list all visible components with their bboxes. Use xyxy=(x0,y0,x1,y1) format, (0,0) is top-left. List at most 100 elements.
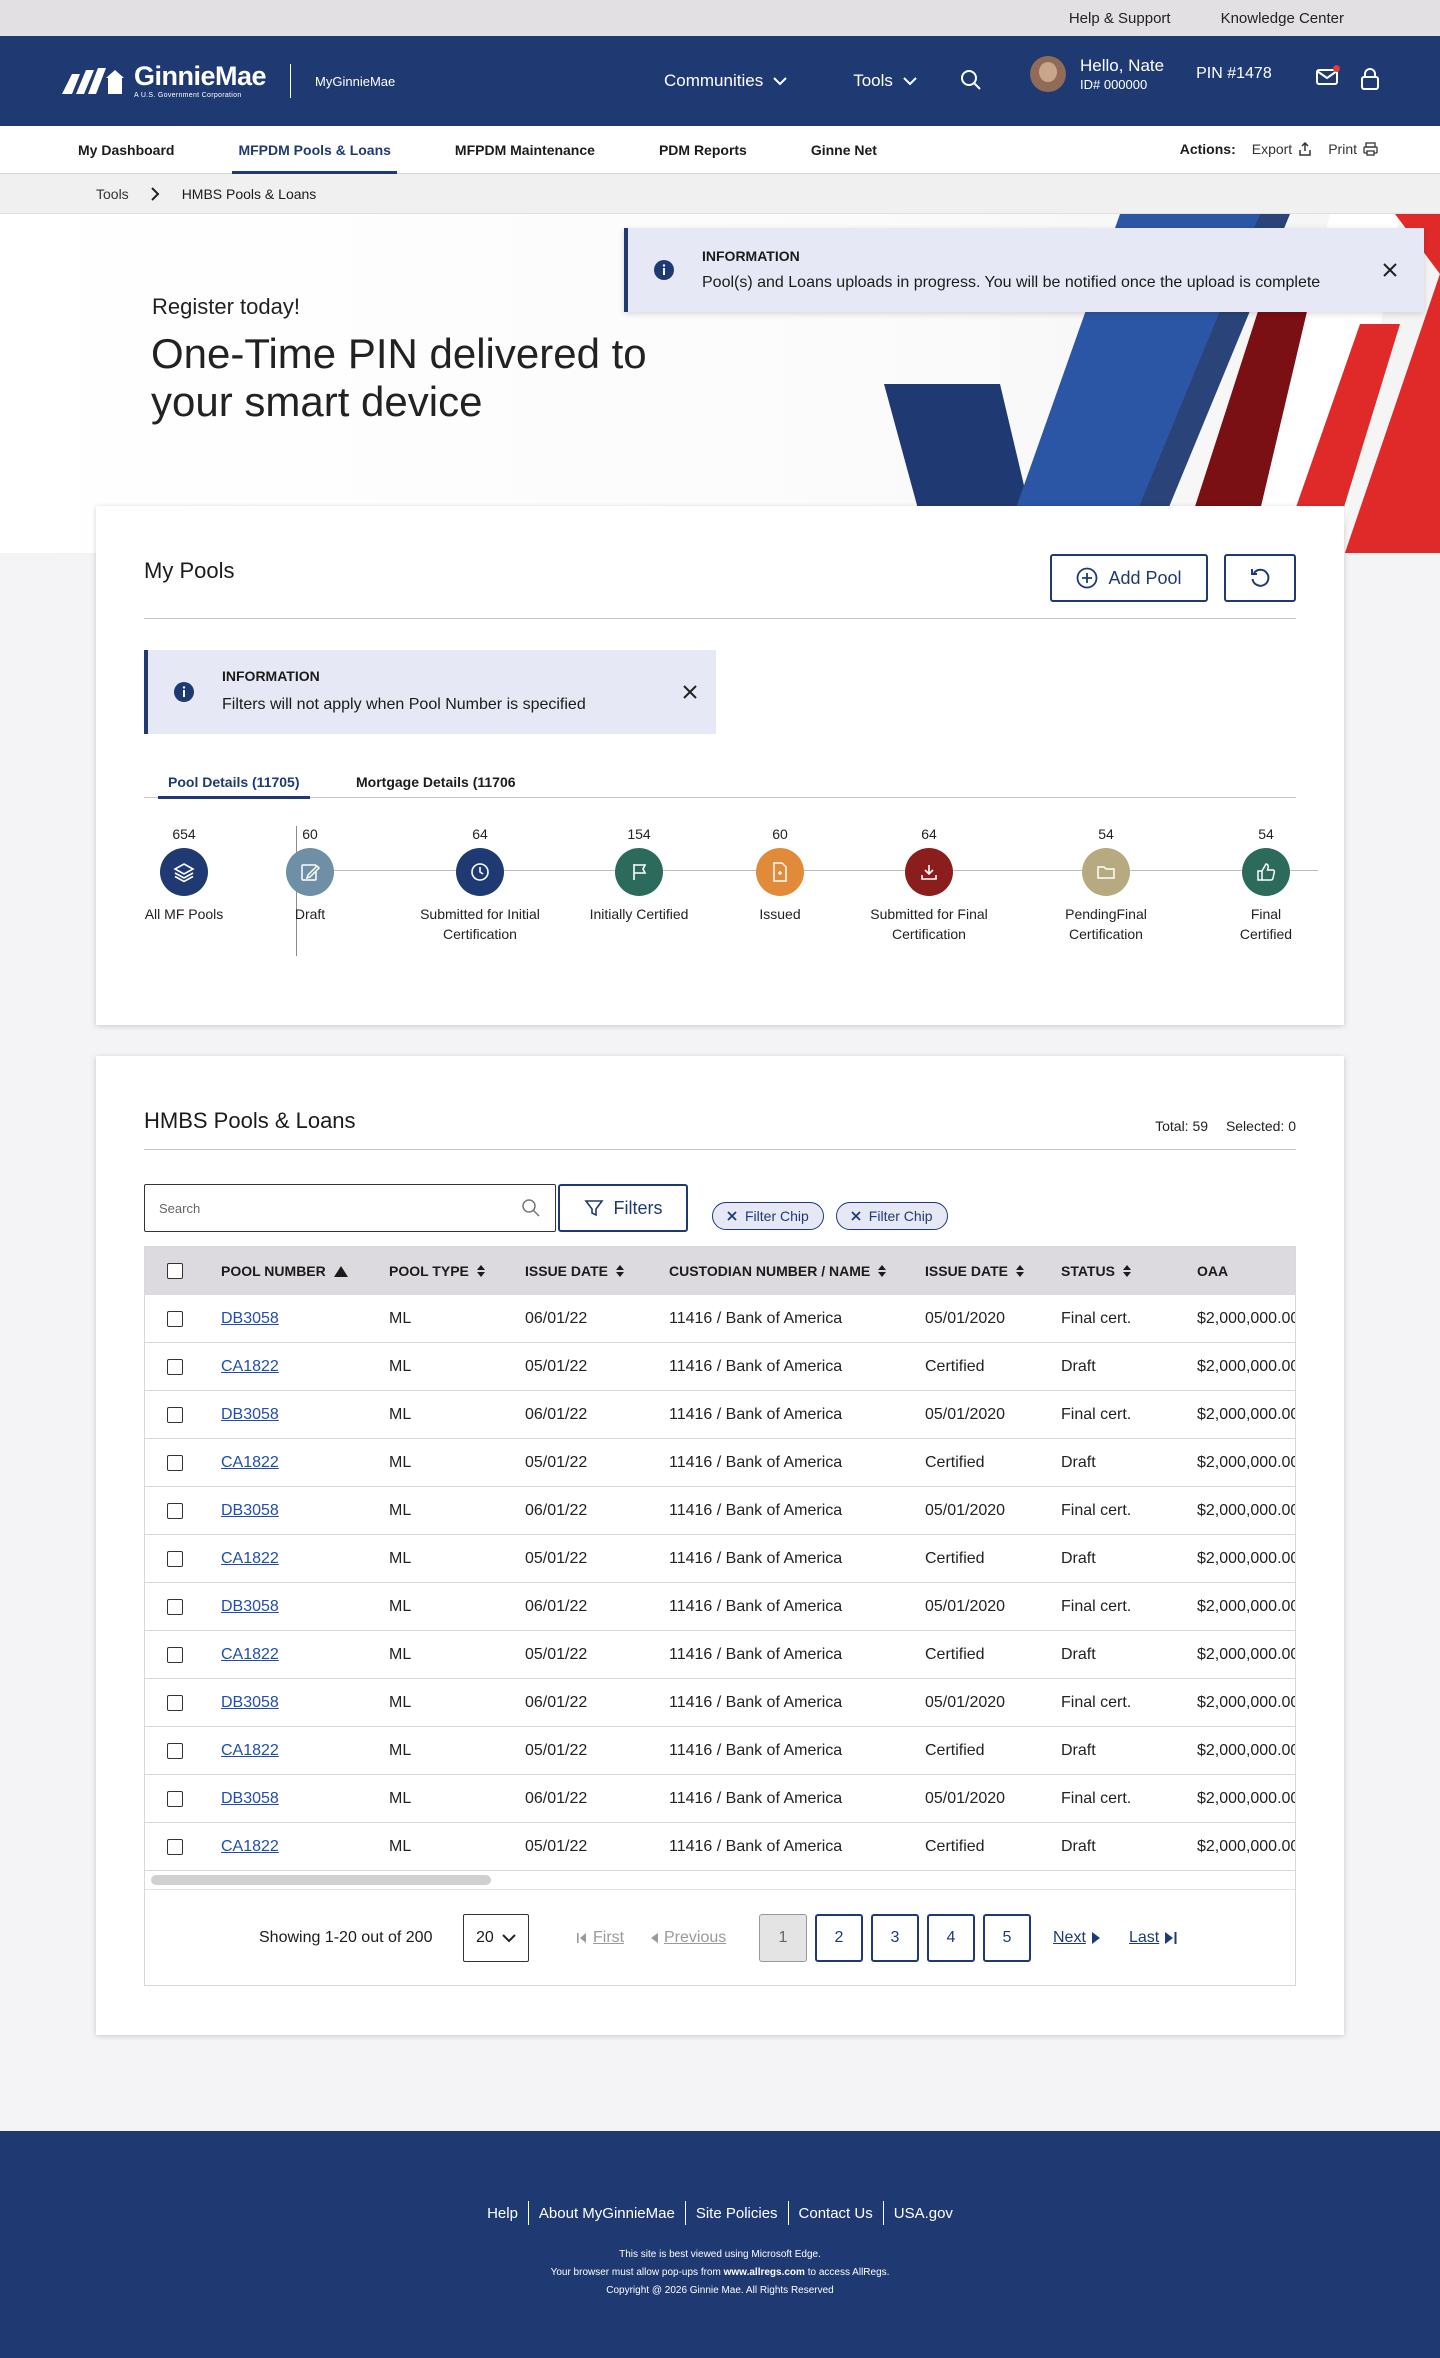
section-divider xyxy=(144,618,1296,619)
table-row[interactable]: CA1822 ML 05/01/22 11416 / Bank of America C… xyxy=(145,1439,1295,1487)
page-1-button[interactable]: 1 xyxy=(759,1914,807,1962)
column-pool-number[interactable]: POOL NUMBER xyxy=(221,1247,348,1295)
pool-number-link[interactable]: DB3058 xyxy=(221,1679,279,1727)
last-page-link[interactable]: Last xyxy=(1129,1914,1177,1962)
footer-link-help[interactable]: Help xyxy=(477,2201,528,2225)
page-3-button[interactable]: 3 xyxy=(871,1914,919,1962)
table-row[interactable]: DB3058 ML 06/01/22 11416 / Bank of America 0… xyxy=(145,1583,1295,1631)
table-row[interactable]: DB3058 ML 06/01/22 11416 / Bank of America 0… xyxy=(145,1679,1295,1727)
previous-page-link[interactable]: Previous xyxy=(651,1914,726,1962)
row-checkbox[interactable] xyxy=(167,1295,183,1343)
row-checkbox[interactable] xyxy=(167,1439,183,1487)
status-all-mf-pools[interactable]: 654 All MF Pools xyxy=(114,826,254,924)
column-status[interactable]: STATUS xyxy=(1061,1247,1131,1295)
tab-mortgage-details[interactable]: Mortgage Details (11706 xyxy=(356,774,516,790)
allregs-link[interactable]: www.allregs.com xyxy=(724,2267,805,2278)
pool-number-link[interactable]: DB3058 xyxy=(221,1775,279,1823)
close-icon[interactable] xyxy=(851,1211,861,1221)
knowledge-center-link[interactable]: Knowledge Center xyxy=(1221,10,1344,27)
footer-link-about[interactable]: About MyGinnieMae xyxy=(527,2201,685,2225)
row-checkbox[interactable] xyxy=(167,1727,183,1775)
column-issue-date[interactable]: ISSUE DATE xyxy=(525,1247,624,1295)
nav-tools[interactable]: Tools xyxy=(853,71,917,91)
row-checkbox[interactable] xyxy=(167,1775,183,1823)
export-icon xyxy=(1299,142,1311,156)
table-row[interactable]: CA1822 ML 05/01/22 11416 / Bank of America C… xyxy=(145,1823,1295,1871)
logout-button[interactable] xyxy=(1360,68,1380,90)
status-submitted-initial[interactable]: 64 Submitted for Initial Certification xyxy=(410,826,550,944)
table-row[interactable]: DB3058 ML 06/01/22 11416 / Bank of America 0… xyxy=(145,1295,1295,1343)
user-menu[interactable]: Hello, Nate ID# 000000 PIN #1478 xyxy=(1030,56,1272,92)
status-pending-final[interactable]: 54 PendingFinal Certification xyxy=(1036,826,1176,944)
table-row[interactable]: DB3058 ML 06/01/22 11416 / Bank of America 0… xyxy=(145,1487,1295,1535)
export-button[interactable]: Export xyxy=(1252,141,1312,157)
row-checkbox[interactable] xyxy=(167,1823,183,1871)
mail-button[interactable] xyxy=(1316,65,1340,90)
table-row[interactable]: CA1822 ML 05/01/22 11416 / Bank of America C… xyxy=(145,1727,1295,1775)
table-row[interactable]: CA1822 ML 05/01/22 11416 / Bank of America C… xyxy=(145,1535,1295,1583)
row-checkbox[interactable] xyxy=(167,1679,183,1727)
row-checkbox[interactable] xyxy=(167,1631,183,1679)
next-page-link[interactable]: Next xyxy=(1053,1914,1100,1962)
row-checkbox[interactable] xyxy=(167,1487,183,1535)
status-issued[interactable]: 60 Issued xyxy=(710,826,850,924)
tab-mfpdm-pools-loans[interactable]: MFPDM Pools & Loans xyxy=(232,126,398,174)
row-checkbox[interactable] xyxy=(167,1535,183,1583)
row-checkbox[interactable] xyxy=(167,1391,183,1439)
table-row[interactable]: CA1822 ML 05/01/22 11416 / Bank of America C… xyxy=(145,1631,1295,1679)
page-2-button[interactable]: 2 xyxy=(815,1914,863,1962)
tab-my-dashboard[interactable]: My Dashboard xyxy=(78,126,174,174)
page-5-button[interactable]: 5 xyxy=(983,1914,1031,1962)
add-pool-button[interactable]: Add Pool xyxy=(1050,554,1208,602)
status-initially-certified[interactable]: 154 Initially Certified xyxy=(569,826,709,924)
print-button[interactable]: Print xyxy=(1328,141,1378,157)
first-page-link[interactable]: First xyxy=(577,1914,624,1962)
ginniemae-logo[interactable]: GinnieMae A U.S. Government Corporation … xyxy=(62,63,395,99)
pool-number-link[interactable]: DB3058 xyxy=(221,1487,279,1535)
table-row[interactable]: DB3058 ML 06/01/22 11416 / Bank of America 0… xyxy=(145,1391,1295,1439)
nav-communities[interactable]: Communities xyxy=(664,71,787,91)
pool-number-link[interactable]: DB3058 xyxy=(221,1295,279,1343)
horizontal-scrollbar[interactable] xyxy=(151,1875,491,1885)
table-row[interactable]: CA1822 ML 05/01/22 11416 / Bank of America C… xyxy=(145,1343,1295,1391)
header-search-button[interactable] xyxy=(960,69,982,91)
pool-number-link[interactable]: CA1822 xyxy=(221,1823,279,1871)
column-pool-type[interactable]: POOL TYPE xyxy=(389,1247,485,1295)
close-icon[interactable] xyxy=(682,684,698,700)
column-oaa[interactable]: OAA xyxy=(1197,1247,1228,1295)
pool-number-link[interactable]: DB3058 xyxy=(221,1583,279,1631)
filter-chip[interactable]: Filter Chip xyxy=(835,1202,948,1230)
pool-number-link[interactable]: CA1822 xyxy=(221,1343,279,1391)
pool-number-link[interactable]: CA1822 xyxy=(221,1727,279,1775)
page-size-select[interactable]: 20 xyxy=(463,1914,529,1962)
status-draft[interactable]: 60 Draft xyxy=(240,826,380,924)
column-custodian[interactable]: CUSTODIAN NUMBER / NAME xyxy=(669,1247,887,1295)
tab-ginne-net[interactable]: Ginne Net xyxy=(811,126,877,174)
page-4-button[interactable]: 4 xyxy=(927,1914,975,1962)
footer-link-contact[interactable]: Contact Us xyxy=(787,2201,883,2225)
table-row[interactable]: DB3058 ML 06/01/22 11416 / Bank of America 0… xyxy=(145,1775,1295,1823)
filters-button[interactable]: Filters xyxy=(558,1184,688,1232)
tab-mfpdm-maintenance[interactable]: MFPDM Maintenance xyxy=(455,126,595,174)
pool-number-link[interactable]: CA1822 xyxy=(221,1439,279,1487)
row-checkbox[interactable] xyxy=(167,1343,183,1391)
help-support-link[interactable]: Help & Support xyxy=(1069,10,1171,27)
row-checkbox[interactable] xyxy=(167,1583,183,1631)
pool-number-link[interactable]: DB3058 xyxy=(221,1391,279,1439)
pool-number-link[interactable]: CA1822 xyxy=(221,1631,279,1679)
status-final-certified[interactable]: 54 Final Certified xyxy=(1196,826,1336,944)
column-issue-date-2[interactable]: ISSUE DATE xyxy=(925,1247,1024,1295)
refresh-button[interactable] xyxy=(1224,554,1296,602)
close-icon[interactable] xyxy=(1382,262,1398,278)
footer-link-usa-gov[interactable]: USA.gov xyxy=(882,2201,963,2225)
filter-chip[interactable]: Filter Chip xyxy=(712,1202,824,1230)
pool-number-link[interactable]: CA1822 xyxy=(221,1535,279,1583)
close-icon[interactable] xyxy=(727,1211,737,1221)
breadcrumb-tools[interactable]: Tools xyxy=(96,186,129,202)
tab-pdm-reports[interactable]: PDM Reports xyxy=(659,126,747,174)
status-submitted-final[interactable]: 64 Submitted for Final Certification xyxy=(859,826,999,944)
footer-link-site-policies[interactable]: Site Policies xyxy=(684,2201,788,2225)
select-all-checkbox[interactable] xyxy=(167,1247,183,1295)
tab-pool-details[interactable]: Pool Details (11705) xyxy=(158,774,309,799)
table-search-input[interactable]: Search xyxy=(144,1184,556,1232)
